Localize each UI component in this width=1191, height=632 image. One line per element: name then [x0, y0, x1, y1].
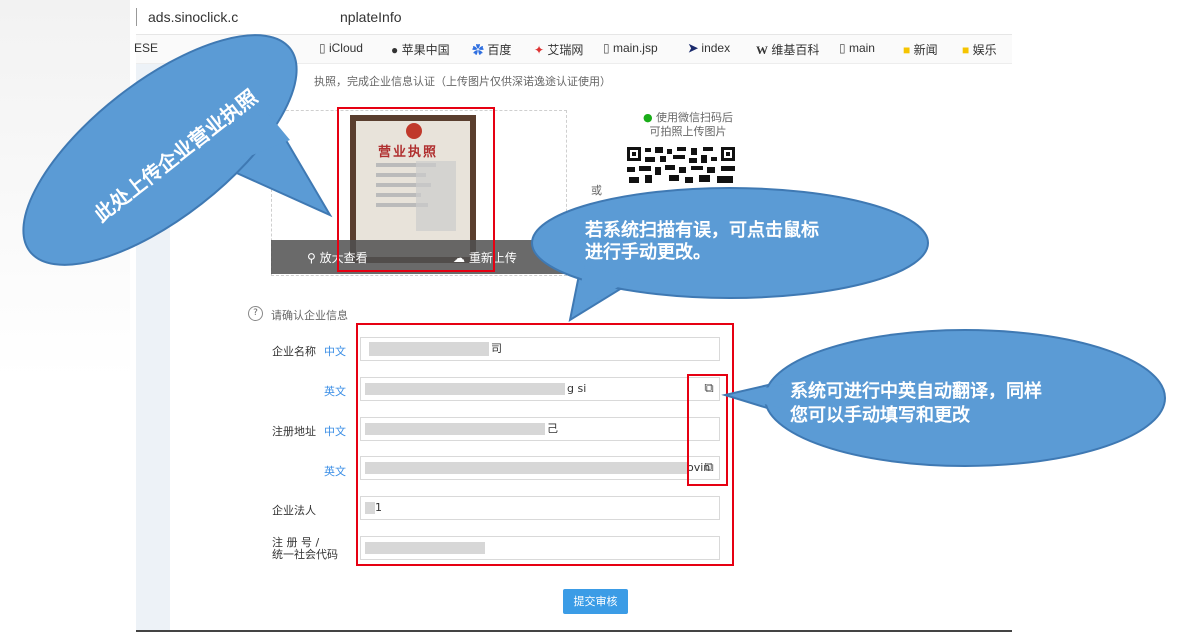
- index-icon: ➤: [688, 41, 699, 55]
- apple-icon: ●: [391, 43, 399, 57]
- bookmark-label: 维基百科: [771, 43, 820, 57]
- bookmark-entertainment[interactable]: ■ 娱乐: [962, 41, 997, 58]
- annotation-box-license: [337, 107, 495, 272]
- page-icon: ▯: [603, 41, 610, 55]
- bookmark-mainjsp[interactable]: ▯ main.jsp: [603, 41, 658, 55]
- company-name-en-tag: 英文: [324, 385, 346, 398]
- bookmark-label: main: [848, 41, 875, 55]
- iresearch-icon: ✦: [534, 43, 545, 57]
- bookmark-main[interactable]: ▯ main: [839, 41, 875, 55]
- paw-icon: ✿: [472, 43, 485, 57]
- wikipedia-icon: W: [756, 43, 768, 57]
- legal-person-label: 企业法人: [272, 504, 316, 517]
- bookmark-apple-china[interactable]: ● 苹果中国: [391, 41, 450, 58]
- submit-review-button[interactable]: 提交审核: [563, 589, 628, 614]
- bookmark-index[interactable]: ➤ index: [688, 41, 730, 55]
- bookmark-label: 百度: [487, 43, 512, 57]
- edit-callout-line2: 进行手动更改。: [585, 242, 711, 263]
- bookmark-label: index: [701, 41, 731, 55]
- wechat-tip-line1: 使用微信扫码后: [656, 111, 734, 124]
- company-name-label: 企业名称: [272, 345, 316, 358]
- edit-callout-line1: 若系统扫描有误，可点击鼠标: [585, 220, 819, 241]
- bookmark-label: 新闻: [913, 43, 938, 57]
- folder-icon: ■: [903, 43, 911, 57]
- bookmark-label: 苹果中国: [401, 43, 450, 57]
- bookmark-wikipedia[interactable]: W 维基百科: [756, 41, 819, 58]
- reg-number-label: 注 册 号 / 统一社会代码: [272, 537, 338, 561]
- bookmark-news[interactable]: ■ 新闻: [903, 41, 938, 58]
- bookmark-label: 娱乐: [972, 43, 997, 57]
- help-icon[interactable]: ?: [248, 306, 263, 321]
- bookmark-iresearch[interactable]: ✦ 艾瑞网: [534, 41, 583, 58]
- bookmark-label: 艾瑞网: [547, 43, 584, 57]
- reg-number-label-line2: 统一社会代码: [272, 548, 338, 561]
- address-label: 注册地址: [272, 425, 316, 438]
- translate-callout-text: 系统可进行中英自动翻译，同样 您可以手动填写和更改: [790, 380, 1042, 428]
- bookmark-baidu[interactable]: ✿ 百度: [472, 41, 511, 58]
- edit-callout-text: 若系统扫描有误，可点击鼠标 进行手动更改。: [585, 220, 819, 264]
- page-icon: ▯: [839, 41, 846, 55]
- address-zh-tag: 中文: [324, 425, 346, 438]
- wechat-tip-line2: 可拍照上传图片: [649, 125, 727, 138]
- translate-callout-line2: 您可以手动填写和更改: [790, 405, 970, 426]
- folder-icon: ■: [962, 43, 970, 57]
- translate-callout-line1: 系统可进行中英自动翻译，同样: [790, 381, 1042, 402]
- bookmark-label: main.jsp: [612, 41, 658, 55]
- wechat-tip: ● 使用微信扫码后 可拍照上传图片: [623, 111, 753, 139]
- address-en-tag: 英文: [324, 465, 346, 478]
- qr-code: [625, 145, 739, 185]
- annotation-box-form: [356, 323, 734, 566]
- wechat-icon: ●: [642, 111, 653, 124]
- company-name-zh-tag: 中文: [324, 345, 346, 358]
- confirm-info-label: 请确认企业信息: [271, 309, 348, 322]
